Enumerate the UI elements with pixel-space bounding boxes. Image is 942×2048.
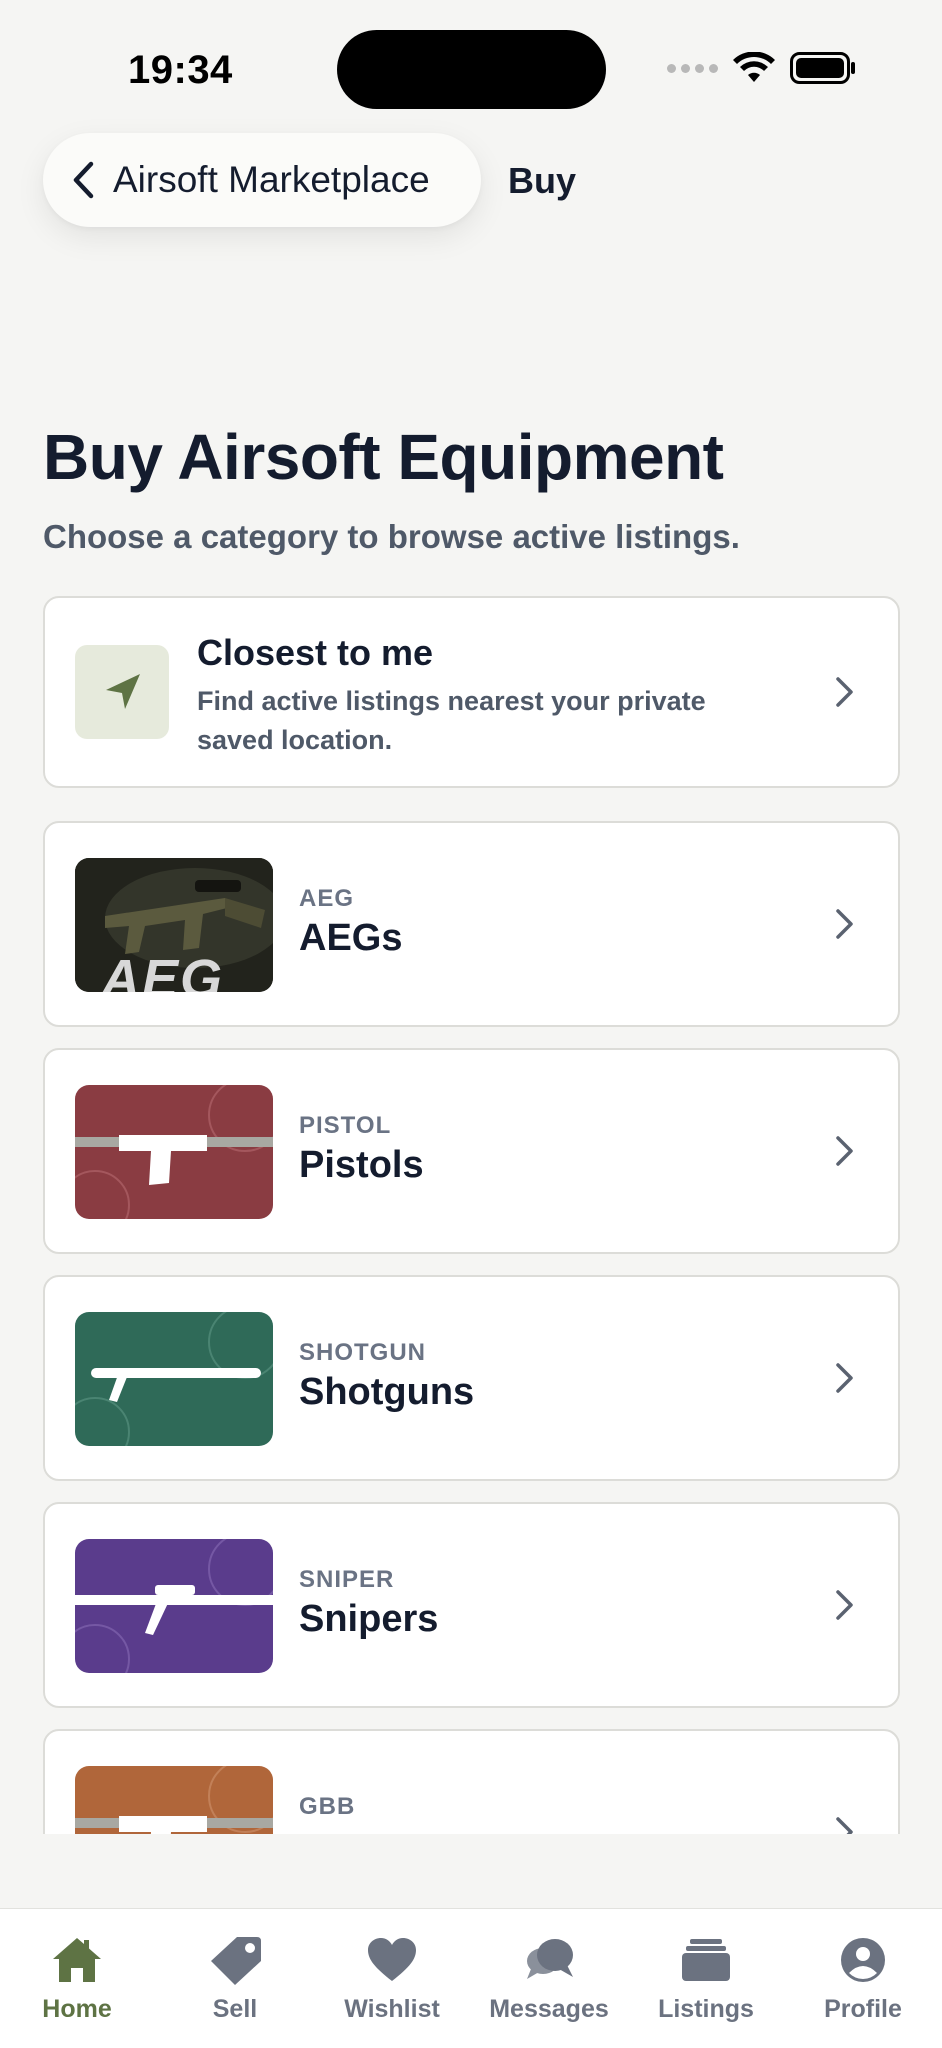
tab-bar: Home Sell Wishlist Messages Listings Pro… — [0, 1908, 942, 2048]
category-code: SNIPER — [299, 1566, 395, 1593]
category-name: Shotguns — [299, 1371, 475, 1413]
page-title: Buy Airsoft Equipment — [43, 421, 724, 493]
pistol-icon — [75, 1085, 273, 1219]
back-button[interactable]: Airsoft Marketplace — [43, 133, 481, 227]
nav-title: Buy — [508, 160, 577, 201]
category-code: AEG — [299, 885, 355, 912]
category-card-sniper[interactable]: SNIPER Snipers — [43, 1502, 900, 1708]
thumbnail-label: AEG — [101, 949, 225, 992]
category-code: GBB — [299, 1793, 356, 1820]
category-thumbnail-gbb — [75, 1766, 273, 1834]
home-icon — [53, 1938, 101, 1982]
tab-label: Listings — [658, 1995, 754, 2023]
tab-label: Sell — [212, 1995, 258, 2023]
tab-label: Home — [42, 1995, 112, 2023]
tab-messages[interactable]: Messages — [474, 1935, 624, 2024]
category-thumbnail-shotgun — [75, 1312, 273, 1446]
chevron-right-icon — [836, 1590, 853, 1620]
tab-label: Messages — [489, 1995, 609, 2023]
location-arrow-icon — [106, 674, 140, 709]
category-card-shotgun[interactable]: SHOTGUN Shotguns — [43, 1275, 900, 1481]
location-icon-box — [75, 645, 169, 739]
closest-title: Closest to me — [197, 632, 434, 673]
chat-bubbles-icon — [527, 1939, 573, 1979]
category-name: Snipers — [299, 1598, 439, 1640]
category-code: SHOTGUN — [299, 1339, 426, 1366]
closest-to-me-card[interactable]: Closest to me Find active listings neare… — [43, 596, 900, 788]
gbb-pistol-icon — [75, 1766, 273, 1834]
category-code: PISTOL — [299, 1112, 392, 1139]
tab-label: Profile — [824, 1995, 902, 2023]
chevron-right-icon — [836, 677, 853, 707]
closest-description: Find active listings nearest your privat… — [197, 686, 706, 755]
chevron-left-icon — [73, 161, 94, 199]
chevron-right-icon — [836, 1136, 853, 1166]
chevron-right-icon — [836, 1363, 853, 1393]
category-name: Pistols — [299, 1144, 424, 1186]
chevron-right-icon — [836, 909, 853, 939]
shotgun-icon — [75, 1312, 273, 1446]
heart-icon — [368, 1938, 416, 1981]
category-thumbnail-sniper — [75, 1539, 273, 1673]
category-card-pistol[interactable]: PISTOL Pistols — [43, 1048, 900, 1254]
category-thumbnail-aeg: AEG — [75, 858, 273, 992]
stack-icon — [682, 1939, 730, 1981]
tab-home[interactable]: Home — [2, 1935, 152, 2024]
tab-sell[interactable]: Sell — [160, 1935, 310, 2024]
sniper-rifle-icon — [75, 1539, 273, 1673]
page-subtitle: Choose a category to browse active listi… — [43, 518, 740, 555]
category-thumbnail-pistol — [75, 1085, 273, 1219]
chevron-right-icon — [836, 1817, 853, 1834]
person-circle-icon — [841, 1938, 885, 1982]
back-label: Airsoft Marketplace — [113, 159, 430, 200]
category-name: AEGs — [299, 917, 403, 959]
tag-icon — [211, 1937, 261, 1985]
category-card-gbb[interactable]: GBB — [43, 1729, 900, 1834]
tab-profile[interactable]: Profile — [788, 1935, 938, 2024]
content-scroll-area[interactable]: Airsoft Marketplace Buy Buy Airsoft Equi… — [0, 0, 942, 1834]
category-card-aeg[interactable]: AEG AEG AEGs — [43, 821, 900, 1027]
tab-listings[interactable]: Listings — [631, 1935, 781, 2024]
tab-label: Wishlist — [344, 1995, 440, 2023]
tab-wishlist[interactable]: Wishlist — [317, 1935, 467, 2024]
